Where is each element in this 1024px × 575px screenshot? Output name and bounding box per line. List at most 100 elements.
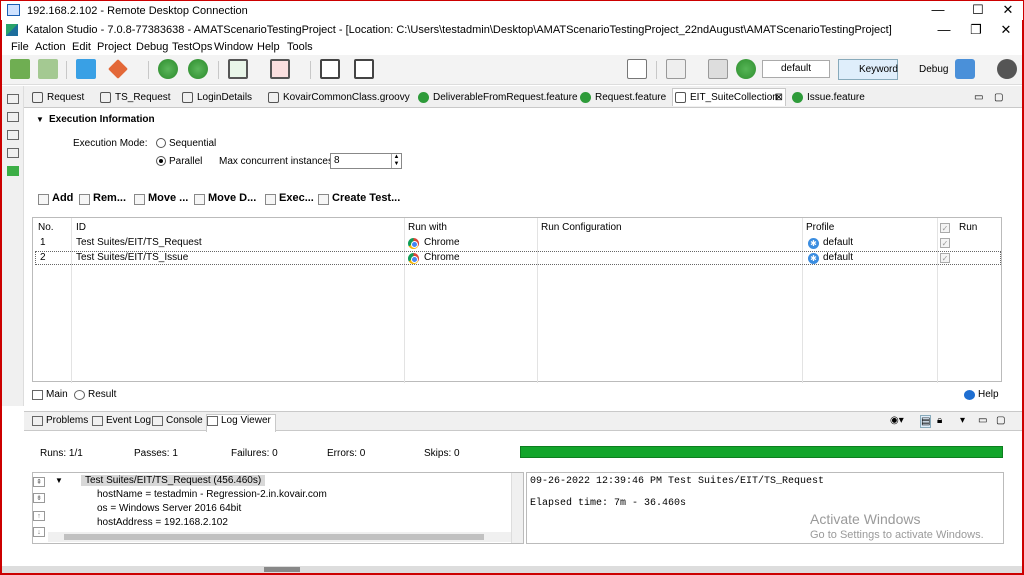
- chrome-icon: [408, 253, 419, 264]
- tab-problems[interactable]: Problems: [32, 415, 88, 426]
- eye-icon[interactable]: ◉▾: [890, 415, 904, 426]
- upload-icon[interactable]: [736, 59, 756, 79]
- log-line: Elapsed time: 7m - 36.460s: [530, 498, 687, 509]
- tab-deliverable-feature[interactable]: DeliverableFromRequest.feature: [416, 89, 578, 107]
- menu-project[interactable]: Project: [97, 41, 131, 53]
- col-run-config[interactable]: Run Configuration: [541, 222, 622, 233]
- collapse-all-icon[interactable]: ⇟: [33, 493, 45, 503]
- chat-icon[interactable]: [955, 59, 975, 79]
- tab-ts-request[interactable]: TS_Request: [98, 89, 171, 107]
- menu-help[interactable]: Help: [257, 41, 280, 53]
- tab-eit-suite-collection[interactable]: EIT_SuiteCollection ⊠: [672, 88, 786, 106]
- parallel-radio[interactable]: [156, 156, 166, 166]
- select-all-checkbox[interactable]: ✓: [940, 223, 950, 233]
- max-instances-spinner[interactable]: 8 ▲ ▼: [330, 153, 402, 169]
- account-icon[interactable]: [997, 59, 1017, 79]
- col-no[interactable]: No.: [38, 222, 54, 233]
- menu-tools[interactable]: Tools: [287, 41, 313, 53]
- tab-login-details[interactable]: LoginDetails: [180, 89, 252, 107]
- log-tree-hscroll[interactable]: [48, 532, 511, 542]
- app-minimize-button[interactable]: —: [928, 20, 960, 40]
- expand-arrow-icon[interactable]: ▼: [55, 476, 63, 485]
- record-mobile-icon[interactable]: [270, 59, 290, 79]
- tab-request-feature[interactable]: Request.feature: [578, 89, 666, 107]
- maximize-editor-icon[interactable]: ▢: [994, 89, 1003, 107]
- terminal-icon[interactable]: [627, 59, 647, 79]
- log-tree-root[interactable]: Test Suites/EIT/TS_Request (456.460s): [81, 475, 266, 486]
- testops-icon[interactable]: [76, 59, 96, 79]
- tab-close-icon[interactable]: ⊠: [775, 89, 783, 107]
- spinner-arrows-icon[interactable]: ▲ ▼: [391, 154, 401, 168]
- execute-button[interactable]: Exec...: [265, 192, 314, 208]
- tab-request[interactable]: Request: [30, 89, 84, 107]
- stop-icon[interactable]: [708, 59, 728, 79]
- record-windows-icon[interactable]: [354, 59, 374, 79]
- collapse-arrow-icon[interactable]: ▼: [36, 115, 44, 124]
- run-checkbox[interactable]: ✓: [940, 253, 950, 263]
- tab-event-log[interactable]: Event Log: [92, 415, 151, 426]
- tab-console[interactable]: Console: [152, 415, 203, 426]
- save-all-icon[interactable]: [38, 59, 58, 79]
- menu-debug[interactable]: Debug: [136, 41, 168, 53]
- app-close-button[interactable]: ✕: [990, 20, 1022, 40]
- tests-explorer-icon[interactable]: [7, 112, 19, 122]
- lock-icon[interactable]: 🔒︎: [937, 415, 942, 426]
- result-tab[interactable]: Result: [74, 389, 116, 400]
- maximize-panel-icon[interactable]: ▢: [996, 415, 1005, 426]
- log-tree-item[interactable]: hostName = testadmin - Regression-2.in.k…: [97, 489, 327, 500]
- log-tree-item[interactable]: os = Windows Server 2016 64bit: [97, 503, 241, 514]
- col-run-with[interactable]: Run with: [408, 222, 447, 233]
- scroll-down-icon[interactable]: ↓: [33, 527, 45, 537]
- tab-log-viewer[interactable]: Log Viewer: [206, 414, 276, 432]
- tab-kovair-common-class[interactable]: KovairCommonClass.groovy: [266, 89, 410, 107]
- sequential-radio[interactable]: [156, 138, 166, 148]
- keyword-perspective-button[interactable]: Keyword: [838, 59, 898, 80]
- git-panel-icon[interactable]: [7, 166, 19, 176]
- git-icon[interactable]: [108, 59, 128, 79]
- main-tab[interactable]: Main: [32, 389, 68, 400]
- col-run[interactable]: Run: [959, 222, 977, 233]
- create-test-button[interactable]: Create Test...: [318, 192, 400, 208]
- expand-all-icon[interactable]: ⇞: [33, 477, 45, 487]
- app-restore-button[interactable]: ❐: [960, 20, 992, 40]
- keyword-browser-icon[interactable]: [7, 130, 19, 140]
- menu-window[interactable]: Window: [214, 41, 253, 53]
- menu-edit[interactable]: Edit: [72, 41, 91, 53]
- move-down-button[interactable]: Move D...: [194, 192, 256, 208]
- record-web-icon[interactable]: [188, 59, 208, 79]
- remove-button[interactable]: Rem...: [79, 192, 126, 208]
- rdp-scrollbar[interactable]: [2, 566, 1022, 573]
- menu-action[interactable]: Action: [35, 41, 66, 53]
- tree-view-icon[interactable]: ▤: [920, 415, 932, 428]
- run-checkbox[interactable]: ✓: [940, 238, 950, 248]
- log-tree-vscroll[interactable]: [511, 473, 523, 543]
- rdp-minimize-button[interactable]: —: [922, 0, 954, 20]
- menu-testops[interactable]: TestOps: [172, 41, 212, 53]
- save-icon[interactable]: [10, 59, 30, 79]
- menu-file[interactable]: File: [11, 41, 29, 53]
- rdp-maximize-button[interactable]: ☐: [962, 0, 994, 20]
- move-up-button[interactable]: Move ...: [134, 192, 188, 208]
- col-profile[interactable]: Profile: [806, 222, 834, 233]
- profile-combo[interactable]: default: [762, 60, 830, 78]
- scroll-up-icon[interactable]: ↑: [33, 511, 45, 521]
- run-icon[interactable]: [666, 59, 686, 79]
- rdp-close-button[interactable]: ✕: [992, 0, 1024, 20]
- help-button[interactable]: Help: [964, 389, 999, 400]
- spy-mobile-icon[interactable]: [228, 59, 248, 79]
- lower-panel-tabs: Problems Event Log Console Log Viewer ◉▾…: [24, 411, 1022, 432]
- spy-windows-icon[interactable]: [320, 59, 340, 79]
- editor-bottom-tabs: Main Result Help: [24, 387, 1022, 405]
- restore-icon[interactable]: [7, 94, 19, 104]
- test-objects-icon[interactable]: [7, 148, 19, 158]
- arrow-up-icon: [134, 194, 145, 205]
- view-menu-icon[interactable]: ▾: [960, 415, 965, 426]
- minimize-editor-icon[interactable]: ▭: [974, 89, 983, 107]
- tab-issue-feature[interactable]: Issue.feature: [790, 89, 865, 107]
- debug-perspective-button[interactable]: Debug: [898, 59, 948, 80]
- minimize-panel-icon[interactable]: ▭: [978, 415, 987, 426]
- add-button[interactable]: Add: [38, 192, 73, 208]
- col-id[interactable]: ID: [76, 222, 86, 233]
- log-tree-item[interactable]: hostAddress = 192.168.2.102: [97, 517, 228, 528]
- spy-web-icon[interactable]: [158, 59, 178, 79]
